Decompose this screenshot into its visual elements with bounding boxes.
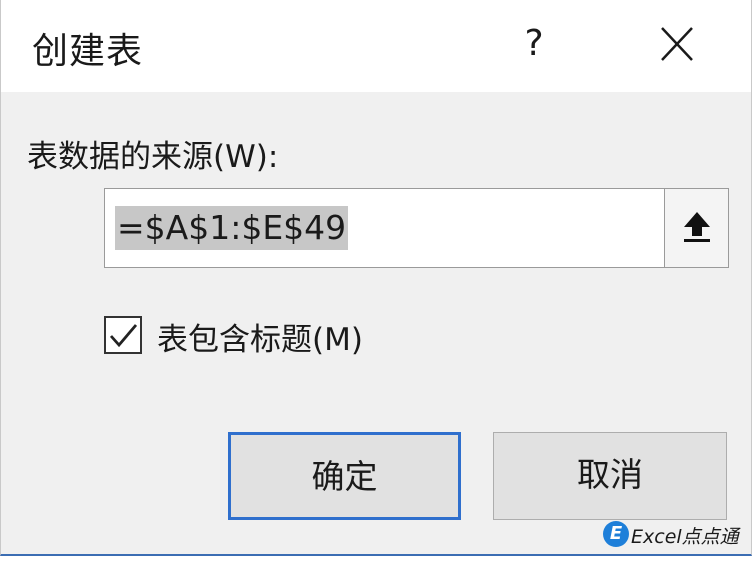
checkmark-icon [109,324,138,348]
upload-arrow-icon [684,212,710,242]
close-icon [661,27,693,61]
dialog-title: 创建表 [32,31,144,72]
has-headers-label: 表包含标题(M) [157,322,363,358]
watermark-text: Excel点点通 [631,526,739,548]
ok-button[interactable]: 确定 [228,432,461,520]
range-input[interactable]: =$A$1:$E$49 [115,206,660,250]
range-field[interactable]: =$A$1:$E$49 [104,188,729,268]
help-button[interactable]: ? [509,14,559,74]
watermark-logo-icon: E [603,521,629,547]
source-label: 表数据的来源(W): [27,139,279,175]
collapse-dialog-button[interactable] [664,189,728,267]
close-button[interactable] [647,18,707,72]
title-bar: 创建表 ? [1,0,751,92]
has-headers-checkbox[interactable] [104,316,142,354]
range-value: =$A$1:$E$49 [115,206,349,250]
cancel-button[interactable]: 取消 [493,432,727,520]
create-table-dialog: 创建表 ? 表数据的来源(W): =$A$1:$E$49 表包含标题(M) 确定… [0,0,752,556]
